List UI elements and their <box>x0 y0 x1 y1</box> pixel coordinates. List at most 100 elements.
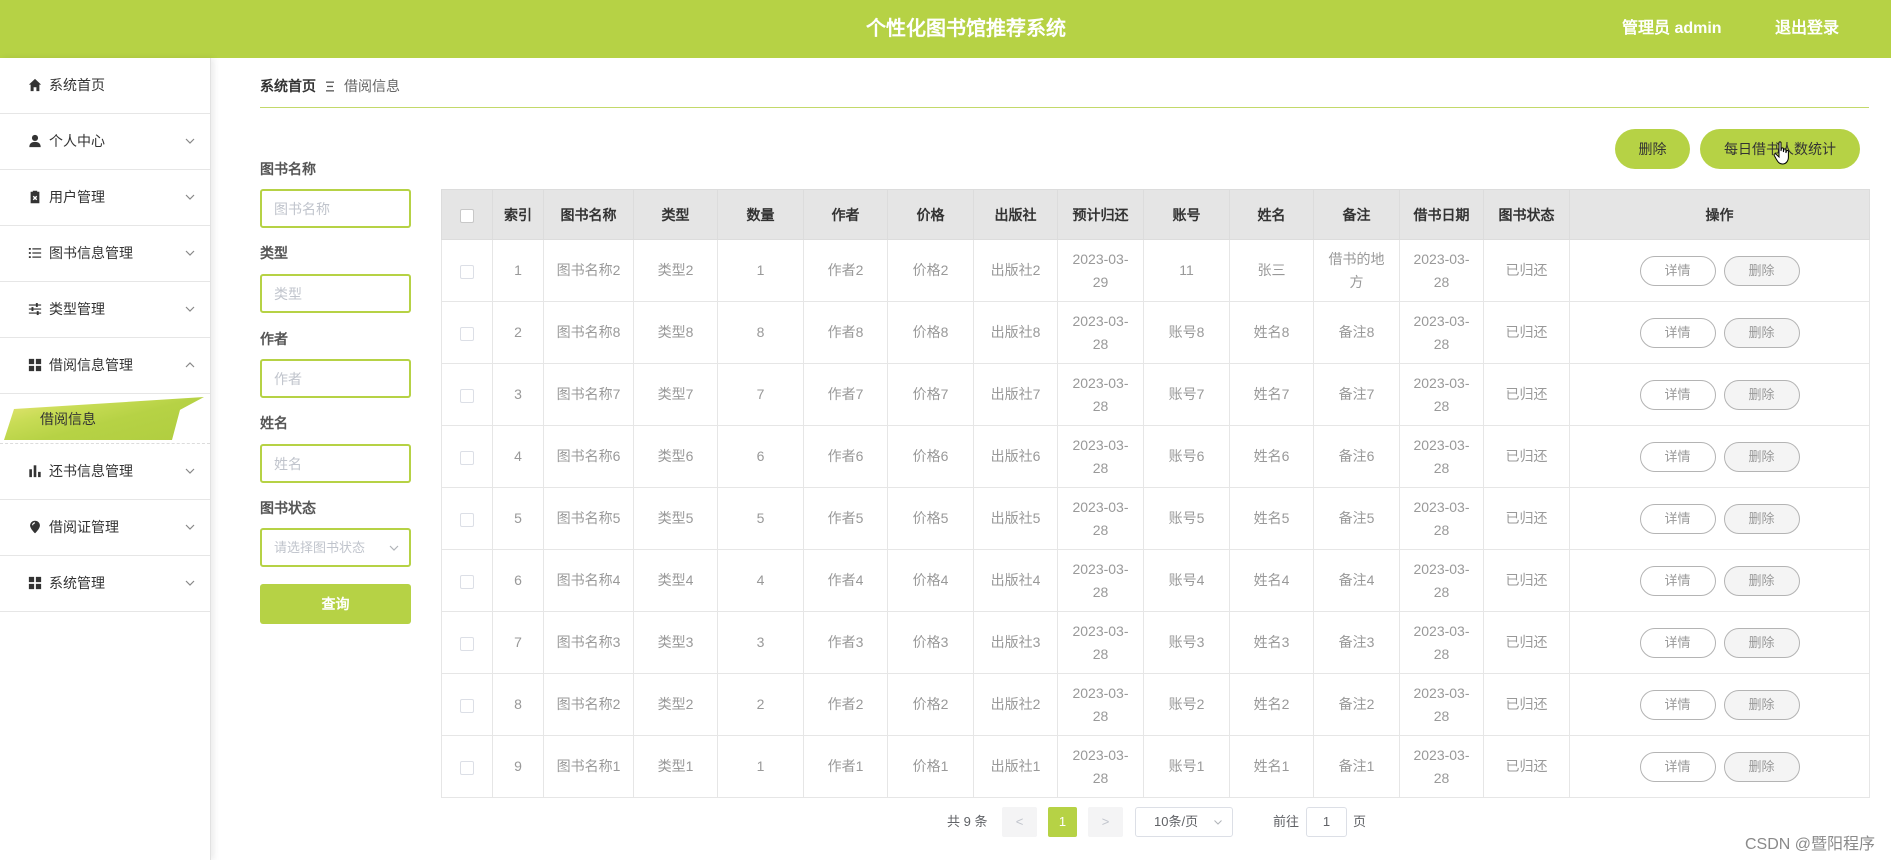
pagination-next-button[interactable]: > <box>1088 807 1123 837</box>
row-delete-button[interactable]: 删除 <box>1723 627 1800 658</box>
detail-button[interactable]: 详情 <box>1639 441 1716 472</box>
row-delete-button[interactable]: 删除 <box>1723 317 1800 348</box>
sidebar-item-borrow-management[interactable]: 借阅信息管理 <box>0 338 210 394</box>
filter-author-input[interactable] <box>260 359 411 398</box>
cell-price-text: 价格1 <box>912 758 949 774</box>
detail-button[interactable]: 详情 <box>1639 565 1716 596</box>
sidebar-item-type-management[interactable]: 类型管理 <box>0 282 210 338</box>
row-checkbox[interactable] <box>460 574 474 589</box>
row-checkbox[interactable] <box>460 326 474 341</box>
detail-button[interactable]: 详情 <box>1639 317 1716 348</box>
pagination-prev-button[interactable]: < <box>1002 807 1037 837</box>
cell-book-name-text: 图书名称1 <box>556 758 621 774</box>
cell-author: 作者2 <box>803 239 888 302</box>
filter-book-name-input[interactable] <box>260 189 411 228</box>
app-title: 个性化图书馆推荐系统 <box>866 18 1066 40</box>
sidebar-item-home[interactable]: 系统首页 <box>0 58 210 114</box>
row-checkbox[interactable] <box>460 636 474 651</box>
detail-button[interactable]: 详情 <box>1639 627 1716 658</box>
select-all-checkbox[interactable] <box>460 208 474 223</box>
row-delete-button[interactable]: 删除 <box>1723 441 1800 472</box>
cell-type-text: 类型5 <box>657 510 694 526</box>
cell-index-text: 7 <box>514 634 522 650</box>
row-select-cell <box>441 611 493 674</box>
logout-link[interactable]: 退出登录 <box>1775 0 1839 58</box>
row-delete-button[interactable]: 删除 <box>1723 503 1800 534</box>
filter-status-select[interactable]: 请选择图书状态 <box>260 528 411 567</box>
cell-status-text: 已归还 <box>1505 324 1548 340</box>
cell-account: 账号5 <box>1143 487 1230 550</box>
cell-index-text: 4 <box>514 448 522 464</box>
batch-delete-button[interactable]: 删除 <box>1615 129 1690 169</box>
cell-borrow-date-text: 2023-03-28 <box>1413 622 1470 662</box>
row-delete-button[interactable]: 删除 <box>1723 565 1800 596</box>
cell-due-date-text: 2023-03-28 <box>1072 684 1129 724</box>
daily-borrow-stats-button[interactable]: 每日借书人数统计 <box>1700 129 1860 169</box>
cell-book-name-text: 图书名称3 <box>556 634 621 650</box>
cell-price: 价格7 <box>887 363 974 426</box>
cell-borrow-date-text: 2023-03-28 <box>1413 250 1470 290</box>
sidebar-item-personal-center[interactable]: 个人中心 <box>0 114 210 170</box>
detail-button[interactable]: 详情 <box>1639 751 1716 782</box>
column-header: 操作 <box>1569 189 1870 240</box>
cell-quantity-text: 1 <box>756 262 765 278</box>
cell-remark: 备注7 <box>1313 363 1400 426</box>
row-checkbox[interactable] <box>460 450 474 465</box>
detail-button[interactable]: 详情 <box>1639 379 1716 410</box>
row-checkbox[interactable] <box>460 698 474 713</box>
sidebar-item-return-management[interactable]: 还书信息管理 <box>0 444 210 500</box>
detail-button[interactable]: 详情 <box>1639 503 1716 534</box>
row-delete-button[interactable]: 删除 <box>1723 689 1800 720</box>
cell-due-date: 2023-03-29 <box>1057 239 1144 302</box>
cell-due-date: 2023-03-28 <box>1057 425 1144 488</box>
sidebar-subitem-borrow-info[interactable]: 借阅信息 <box>0 394 210 444</box>
table-row: 4 图书名称6 类型6 6 作者6 价格6 出版社6 2023-03-28 账号6 姓名6 备注6 2… <box>441 425 1870 488</box>
row-delete-button[interactable]: 删除 <box>1723 255 1800 286</box>
row-actions-cell: 详情 删除 <box>1569 735 1870 798</box>
sidebar-item-system-management[interactable]: 系统管理 <box>0 556 210 612</box>
table-row: 5 图书名称5 类型5 5 作者5 价格5 出版社5 2023-03-28 账号5 姓名5 备注5 2… <box>441 487 1870 550</box>
borrow-table: 索引 图书名称 类型 数量 作者 价格 出版社 预计归还 账号 姓名 备注 借书… <box>441 189 1870 798</box>
cell-author-text: 作者6 <box>827 448 864 464</box>
sidebar-item-user-management[interactable]: 用户管理 <box>0 170 210 226</box>
filter-type-input[interactable] <box>260 274 411 313</box>
cell-index: 4 <box>492 425 544 488</box>
pagination-page-1[interactable]: 1 <box>1048 807 1077 837</box>
cell-quantity-text: 4 <box>756 572 765 588</box>
row-delete-button[interactable]: 删除 <box>1723 751 1800 782</box>
cell-remark: 备注4 <box>1313 549 1400 612</box>
cell-index-text: 8 <box>514 696 522 712</box>
search-button[interactable]: 查询 <box>260 584 411 624</box>
cell-name-text: 姓名7 <box>1253 386 1290 402</box>
row-delete-button[interactable]: 删除 <box>1723 379 1800 410</box>
cell-book-name-text: 图书名称7 <box>556 386 621 402</box>
cell-name: 姓名4 <box>1229 549 1314 612</box>
cell-type: 类型3 <box>633 611 718 674</box>
cell-publisher-text: 出版社8 <box>990 324 1041 340</box>
detail-button[interactable]: 详情 <box>1639 689 1716 720</box>
cell-book-name: 图书名称6 <box>543 425 634 488</box>
page-size-select[interactable]: 10条/页 <box>1135 807 1233 837</box>
row-checkbox[interactable] <box>460 512 474 527</box>
cell-quantity: 6 <box>717 425 804 488</box>
filter-name-input[interactable] <box>260 444 411 483</box>
sidebar-item-label: 系统首页 <box>49 77 105 93</box>
cell-author-text: 作者2 <box>827 696 864 712</box>
row-checkbox[interactable] <box>460 264 474 279</box>
cell-name: 姓名3 <box>1229 611 1314 674</box>
cell-price: 价格4 <box>887 549 974 612</box>
watermark: CSDN @暨阳程序 <box>1744 836 1875 853</box>
sidebar-item-book-info[interactable]: 图书信息管理 <box>0 226 210 282</box>
breadcrumb-home[interactable]: 系统首页 <box>260 77 316 95</box>
detail-button[interactable]: 详情 <box>1639 255 1716 286</box>
row-actions-cell: 详情 删除 <box>1569 549 1870 612</box>
cell-index: 3 <box>492 363 544 426</box>
pagination-goto-input[interactable] <box>1306 807 1347 837</box>
row-checkbox[interactable] <box>460 760 474 775</box>
cell-publisher-text: 出版社2 <box>990 262 1041 278</box>
cell-index: 5 <box>492 487 544 550</box>
cell-type: 类型5 <box>633 487 718 550</box>
cell-remark-text: 借书的地方 <box>1328 250 1385 290</box>
row-checkbox[interactable] <box>460 388 474 403</box>
sidebar-item-library-card[interactable]: 借阅证管理 <box>0 500 210 556</box>
